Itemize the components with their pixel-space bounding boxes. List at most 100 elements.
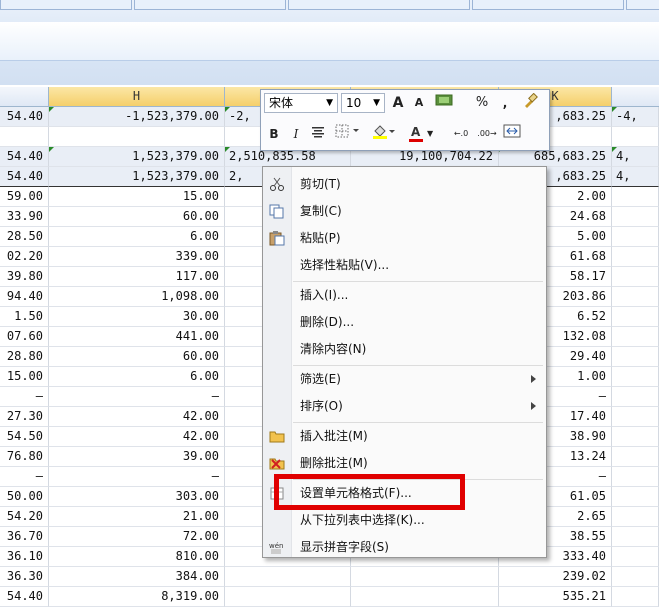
menu-item-paste-special[interactable]: 选择性粘贴(V)... xyxy=(263,252,546,279)
menu-item-pick-from-list[interactable]: 从下拉列表中选择(K)... xyxy=(263,507,546,534)
table-cell[interactable] xyxy=(612,287,659,307)
table-cell[interactable]: 76.80 xyxy=(0,447,49,467)
table-cell[interactable]: 42.00 xyxy=(49,407,225,427)
table-cell[interactable] xyxy=(49,127,225,147)
table-cell[interactable]: 54.40 xyxy=(0,107,49,127)
table-cell[interactable] xyxy=(612,567,659,587)
number-format-button[interactable] xyxy=(433,93,455,113)
table-cell[interactable] xyxy=(612,307,659,327)
center-align-button[interactable] xyxy=(309,124,327,144)
table-cell[interactable] xyxy=(612,127,659,147)
table-cell[interactable] xyxy=(612,367,659,387)
table-cell[interactable]: 15.00 xyxy=(49,187,225,207)
column-header-l[interactable] xyxy=(612,87,659,107)
table-cell[interactable]: -1,523,379.00 xyxy=(49,107,225,127)
table-cell[interactable]: 60.00 xyxy=(49,207,225,227)
table-cell[interactable] xyxy=(612,507,659,527)
table-cell[interactable] xyxy=(612,427,659,447)
table-cell[interactable] xyxy=(612,267,659,287)
table-cell[interactable]: 1,523,379.00 xyxy=(49,147,225,167)
table-cell[interactable]: 54.40 xyxy=(0,167,49,187)
italic-button[interactable]: I xyxy=(287,124,305,144)
table-cell[interactable]: 02.20 xyxy=(0,247,49,267)
ribbon-group[interactable] xyxy=(472,0,624,10)
table-cell[interactable] xyxy=(612,467,659,487)
menu-item-clear-contents[interactable]: 清除内容(N) xyxy=(263,336,546,363)
menu-item-delete-comment[interactable]: 删除批注(M) xyxy=(263,450,546,477)
table-cell[interactable] xyxy=(612,487,659,507)
grow-font-button[interactable]: A xyxy=(389,93,407,113)
table-cell[interactable] xyxy=(612,587,659,607)
table-cell[interactable]: 6.00 xyxy=(49,367,225,387)
table-cell[interactable]: 4, xyxy=(612,147,659,167)
table-cell[interactable]: 36.70 xyxy=(0,527,49,547)
table-cell[interactable] xyxy=(612,187,659,207)
menu-item-delete[interactable]: 删除(D)... xyxy=(263,309,546,336)
percent-style-button[interactable]: % xyxy=(473,93,491,113)
table-cell[interactable] xyxy=(612,447,659,467)
decrease-decimal-button[interactable]: .00→ xyxy=(475,124,499,144)
table-cell[interactable]: – xyxy=(49,387,225,407)
table-cell[interactable]: 27.30 xyxy=(0,407,49,427)
table-cell[interactable]: 36.30 xyxy=(0,567,49,587)
table-cell[interactable]: 117.00 xyxy=(49,267,225,287)
ribbon-group[interactable] xyxy=(134,0,286,10)
ribbon-group[interactable] xyxy=(288,0,470,10)
table-cell[interactable] xyxy=(612,207,659,227)
table-cell[interactable]: 6.00 xyxy=(49,227,225,247)
table-cell[interactable]: – xyxy=(0,467,49,487)
table-cell[interactable] xyxy=(612,347,659,367)
menu-item-copy[interactable]: 复制(C) xyxy=(263,198,546,225)
table-cell[interactable]: 59.00 xyxy=(0,187,49,207)
menu-item-insert-comment[interactable]: 插入批注(M) xyxy=(263,423,546,450)
table-cell[interactable]: 28.50 xyxy=(0,227,49,247)
table-cell[interactable]: 72.00 xyxy=(49,527,225,547)
table-cell[interactable]: 07.60 xyxy=(0,327,49,347)
table-cell[interactable] xyxy=(225,587,351,607)
menu-item-insert[interactable]: 插入(I)... xyxy=(263,282,546,309)
table-cell[interactable]: 60.00 xyxy=(49,347,225,367)
table-cell[interactable]: 8,319.00 xyxy=(49,587,225,607)
font-color-button[interactable]: A ▼ xyxy=(407,124,437,144)
column-header-g[interactable] xyxy=(0,87,49,107)
format-painter-button[interactable] xyxy=(519,92,541,113)
table-cell[interactable]: 535.21 xyxy=(499,587,612,607)
table-cell[interactable]: 39.80 xyxy=(0,267,49,287)
font-name-select[interactable]: 宋体 ▼ xyxy=(264,93,338,113)
borders-button[interactable] xyxy=(333,124,363,144)
table-cell[interactable]: 303.00 xyxy=(49,487,225,507)
table-cell[interactable] xyxy=(612,227,659,247)
shrink-font-button[interactable]: A xyxy=(411,93,427,113)
table-cell[interactable]: 30.00 xyxy=(49,307,225,327)
table-cell[interactable]: 54.50 xyxy=(0,427,49,447)
table-cell[interactable]: 21.00 xyxy=(49,507,225,527)
table-cell[interactable]: -4, xyxy=(612,107,659,127)
table-cell[interactable]: 42.00 xyxy=(49,427,225,447)
table-cell[interactable]: – xyxy=(0,387,49,407)
increase-decimal-button[interactable]: ←.0 xyxy=(449,124,473,144)
table-cell[interactable] xyxy=(612,247,659,267)
table-cell[interactable]: 50.00 xyxy=(0,487,49,507)
merge-center-button[interactable] xyxy=(501,124,523,144)
table-cell[interactable]: 94.40 xyxy=(0,287,49,307)
table-cell[interactable]: 36.10 xyxy=(0,547,49,567)
menu-item-paste[interactable]: 粘贴(P) xyxy=(263,225,546,252)
font-size-select[interactable]: 10 ▼ xyxy=(341,93,385,113)
table-cell[interactable]: 54.40 xyxy=(0,587,49,607)
bold-button[interactable]: B xyxy=(265,124,283,144)
table-cell[interactable]: – xyxy=(49,467,225,487)
table-cell[interactable] xyxy=(351,587,499,607)
comma-style-button[interactable]: , xyxy=(497,93,513,113)
table-cell[interactable]: 54.20 xyxy=(0,507,49,527)
table-cell[interactable]: 339.00 xyxy=(49,247,225,267)
table-cell[interactable]: 15.00 xyxy=(0,367,49,387)
table-cell[interactable] xyxy=(612,387,659,407)
table-cell[interactable] xyxy=(225,567,351,587)
table-cell[interactable]: 384.00 xyxy=(49,567,225,587)
menu-item-filter[interactable]: 筛选(E) xyxy=(263,366,546,393)
table-cell[interactable]: 33.90 xyxy=(0,207,49,227)
table-cell[interactable]: 1,098.00 xyxy=(49,287,225,307)
table-cell[interactable] xyxy=(612,547,659,567)
table-cell[interactable]: 39.00 xyxy=(49,447,225,467)
menu-item-sort[interactable]: 排序(O) xyxy=(263,393,546,420)
